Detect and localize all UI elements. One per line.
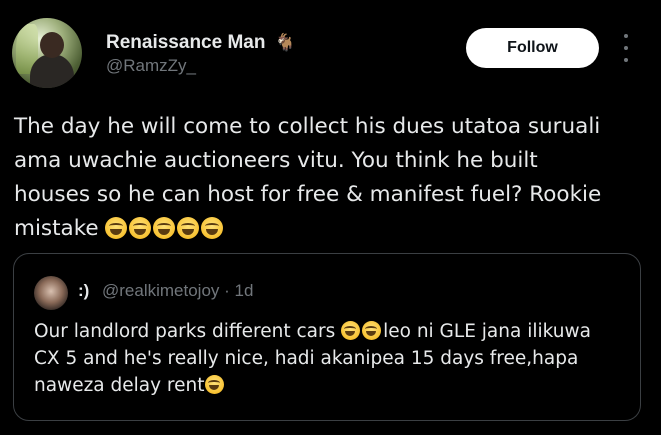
tweet-text: The day he will come to collect his dues… — [14, 110, 654, 246]
quoted-text-segment: Our landlord parks different cars — [34, 321, 342, 342]
more-dot — [624, 46, 628, 50]
follow-button[interactable]: Follow — [466, 28, 599, 68]
quoted-timestamp: 1d — [234, 281, 254, 300]
quoted-author-avatar — [34, 276, 68, 310]
tweet-line: mistake — [14, 216, 99, 241]
tweet-line: houses so he can host for free & manifes… — [14, 182, 602, 207]
more-dot — [624, 34, 628, 38]
tweet-line: The day he will come to collect his dues… — [14, 114, 601, 139]
quoted-text-segment: leo ni GLE jana ilikuwa — [383, 321, 591, 342]
grinning-sweat-emoji-icon — [362, 321, 382, 340]
quoted-line: naweza delay rent — [34, 372, 634, 399]
quoted-text-segment: naweza delay rent — [34, 375, 205, 396]
quoted-author-meta: @realkimetojoy · 1d — [102, 281, 253, 301]
grinning-sweat-emoji-icon — [201, 217, 224, 239]
tweet-line: ama uwachie auctioneers vitu. You think … — [14, 148, 538, 173]
avatar-figure-head — [40, 32, 64, 58]
grinning-sweat-emoji-icon — [153, 217, 176, 239]
quoted-tweet-card[interactable]: :) @realkimetojoy · 1d Our landlord park… — [13, 253, 641, 421]
quoted-author-handle: @realkimetojoy — [102, 281, 220, 300]
grinning-sweat-emoji-icon — [129, 217, 152, 239]
author-name-row[interactable]: Renaissance Man 🐐 — [106, 32, 296, 54]
author-handle[interactable]: @RamzZy_ — [106, 56, 196, 76]
grinning-sweat-emoji-icon — [105, 217, 128, 239]
author-avatar[interactable] — [12, 18, 82, 88]
more-dot — [624, 58, 628, 62]
quoted-line: CX 5 and he's really nice, hadi akanipea… — [34, 348, 579, 369]
grinning-sweat-emoji-icon — [177, 217, 200, 239]
grinning-sweat-emoji-icon — [341, 321, 361, 340]
avatar-figure-body — [30, 54, 74, 88]
goat-emoji-icon: 🐐 — [274, 33, 296, 52]
tweet-line-last: mistake — [14, 212, 654, 246]
quoted-tweet-text: Our landlord parks different cars leo ni… — [34, 318, 634, 399]
meta-separator: · — [219, 281, 235, 300]
grinning-sweat-emoji-icon — [204, 375, 224, 394]
author-name[interactable]: Renaissance Man — [106, 32, 265, 53]
more-options-icon[interactable] — [616, 34, 636, 62]
quoted-line: Our landlord parks different cars leo ni… — [34, 318, 634, 345]
quoted-author-name: :) — [78, 281, 90, 300]
